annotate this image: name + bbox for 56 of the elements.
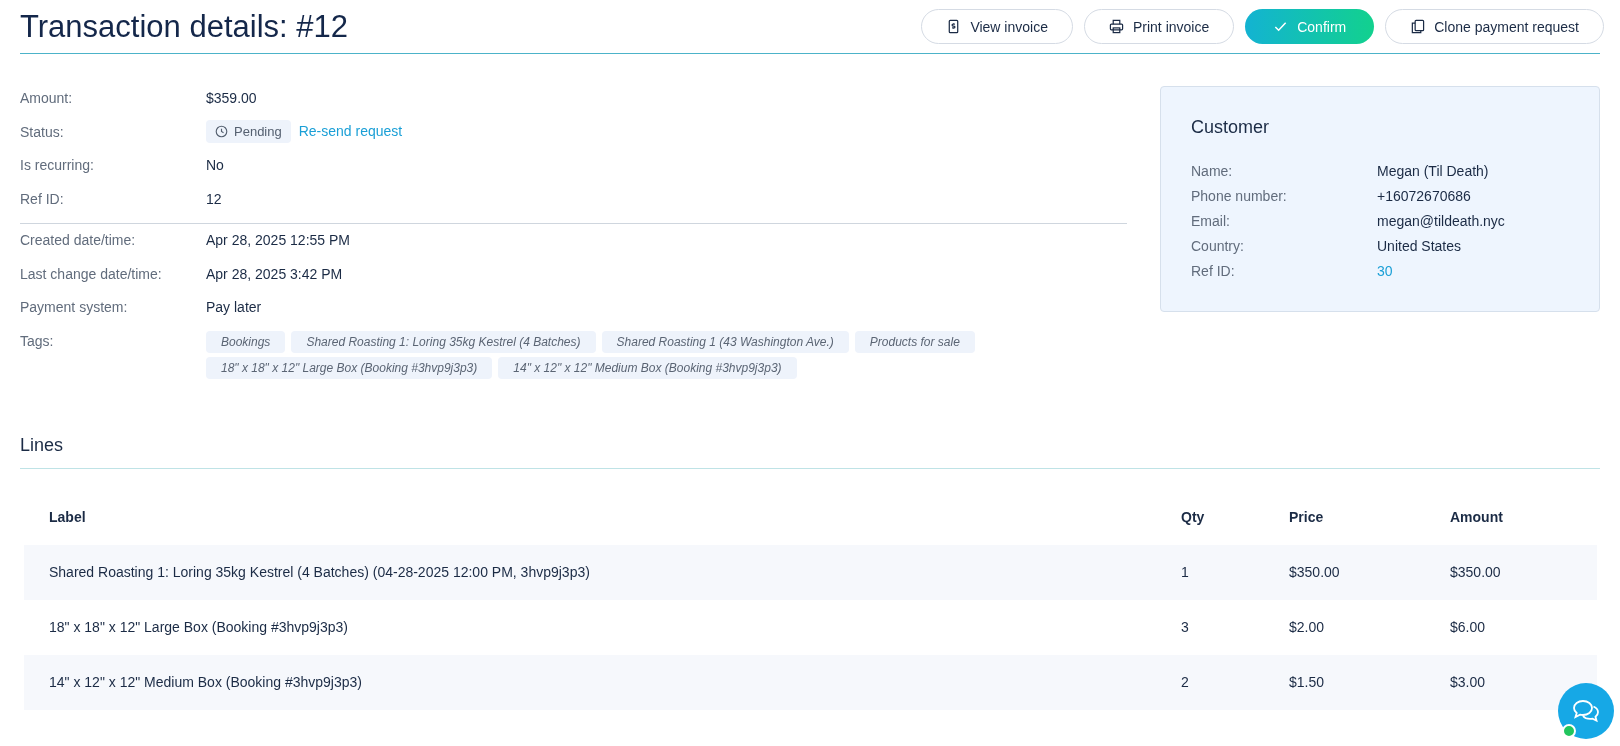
field-label: Last change date/time: [20, 264, 163, 282]
field-label: Status: [20, 122, 65, 140]
column-header: Label [24, 488, 1181, 545]
field-value: Apr 28, 2025 3:42 PM [206, 264, 344, 282]
table-cell: $350.00 [1450, 544, 1597, 600]
field-label: Is recurring: [20, 156, 95, 173]
page-title: Transaction details: #12 [20, 8, 348, 45]
table-cell: $2.00 [1289, 599, 1450, 655]
tag: Bookings [206, 330, 286, 353]
table-cell: $1.50 [1289, 654, 1450, 710]
field-label: Ref ID: [20, 189, 65, 207]
table-cell: 14" x 12" x 12" Medium Box (Booking #3hvp9j3p3) [24, 654, 1181, 710]
table-cell: 18" x 18" x 12" Large Box (Booking #3hvp9j3p3) [24, 599, 1181, 655]
field-label: Phone number: [1191, 187, 1288, 204]
table-cell: $6.00 [1450, 599, 1597, 655]
field-value: Megan (Til Death) [1377, 162, 1490, 179]
print-button[interactable]: Print invoice [1083, 9, 1235, 44]
clock-icon [215, 124, 228, 138]
table-cell: Shared Roasting 1: Loring 35kg Kestrel (4 Batches) (04-28-2025 12:00 PM, 3hvp9j3p3) [24, 544, 1181, 600]
field-label: Created date/time: [20, 231, 137, 248]
field-value: megan@tildeath.nyc [1377, 212, 1506, 229]
field-value: United States [1377, 237, 1463, 254]
field-value: Apr 28, 2025 12:55 PM [206, 231, 351, 248]
field-label: Tags: [20, 331, 55, 349]
column-header: Qty [1181, 488, 1289, 545]
field-label: Country: [1191, 237, 1245, 254]
table-cell: 2 [1181, 654, 1289, 710]
clone-button[interactable]: Clone payment request [1385, 9, 1604, 44]
card-title: Customer [1191, 117, 1271, 138]
printer-icon [1108, 19, 1124, 34]
chat-button[interactable] [1558, 683, 1614, 739]
table-cell: 3 [1181, 599, 1289, 655]
field-value: $359.00 [206, 89, 258, 106]
field-label: Email: [1191, 212, 1231, 229]
copy-icon [1410, 19, 1426, 34]
field-label: Amount: [20, 89, 74, 106]
tag: Shared Roasting 1: Loring 35kg Kestrel (4 Batches) [291, 330, 596, 353]
tag: Shared Roasting 1 (43 Washington Ave.) [601, 330, 849, 353]
table-cell: 1 [1181, 544, 1289, 600]
field-value: No [206, 156, 225, 173]
field-value: Pay later [206, 298, 263, 315]
column-header: Price [1289, 488, 1450, 545]
tag: Products for sale [854, 330, 975, 353]
status-badge: Pending [206, 119, 291, 143]
column-header: Amount [1450, 507, 1504, 527]
chat-bubbles-icon [1572, 698, 1600, 724]
tag: 18" x 18" x 12" Large Box (Booking #3hvp9j3p3) [206, 356, 493, 379]
table-cell: $350.00 [1289, 544, 1450, 600]
field-label: Name: [1191, 162, 1234, 179]
tag: 14" x 12" x 12" Medium Box (Booking #3hvp9j3p3) [498, 356, 797, 379]
field-label: Ref ID: [1191, 262, 1236, 279]
field-value: 12 [206, 189, 223, 207]
field-label: Payment system: [20, 298, 129, 315]
section-title: Lines [20, 434, 1600, 469]
invoice-button[interactable]: View invoice [921, 9, 1073, 44]
field-value: +16072670686 [1377, 187, 1472, 204]
